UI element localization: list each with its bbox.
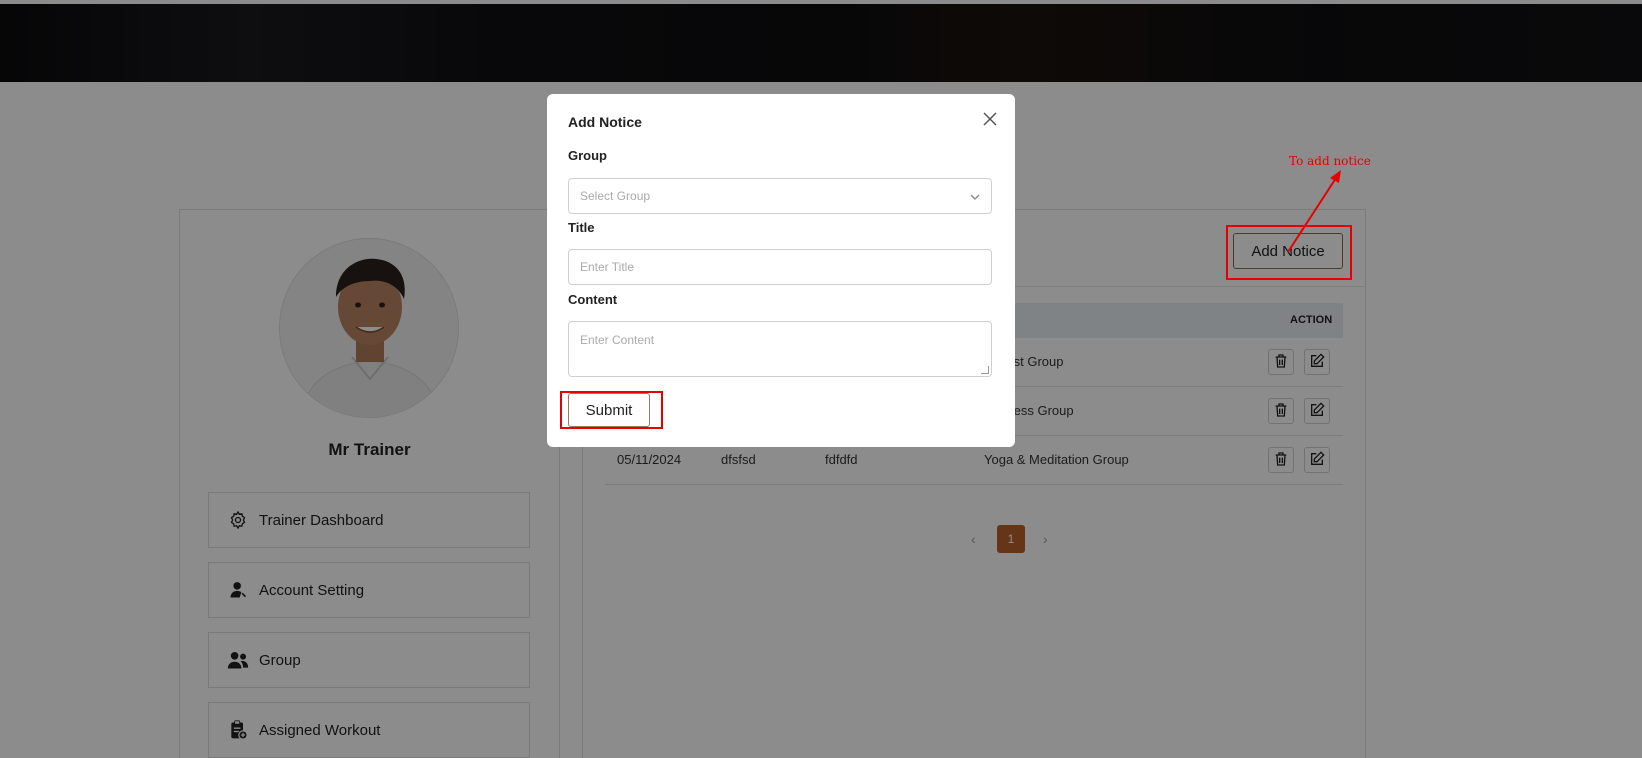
close-icon[interactable] [981, 110, 999, 128]
group-label: Group [568, 148, 607, 163]
resize-handle-icon[interactable] [981, 366, 989, 374]
annotation-text: To add notice [1289, 154, 1371, 168]
title-input[interactable]: Enter Title [568, 249, 992, 285]
content-label: Content [568, 292, 618, 307]
annotation-highlight-add-notice [1226, 225, 1352, 280]
title-label: Title [568, 220, 595, 235]
content-textarea-placeholder: Enter Content [580, 333, 655, 347]
chevron-down-icon [969, 191, 981, 205]
title-input-placeholder: Enter Title [580, 260, 635, 274]
group-select[interactable]: Select Group [568, 178, 992, 214]
modal-title: Add Notice [568, 114, 642, 130]
content-textarea[interactable]: Enter Content [568, 321, 992, 377]
annotation-highlight-submit [560, 391, 663, 429]
group-select-placeholder: Select Group [580, 189, 651, 203]
